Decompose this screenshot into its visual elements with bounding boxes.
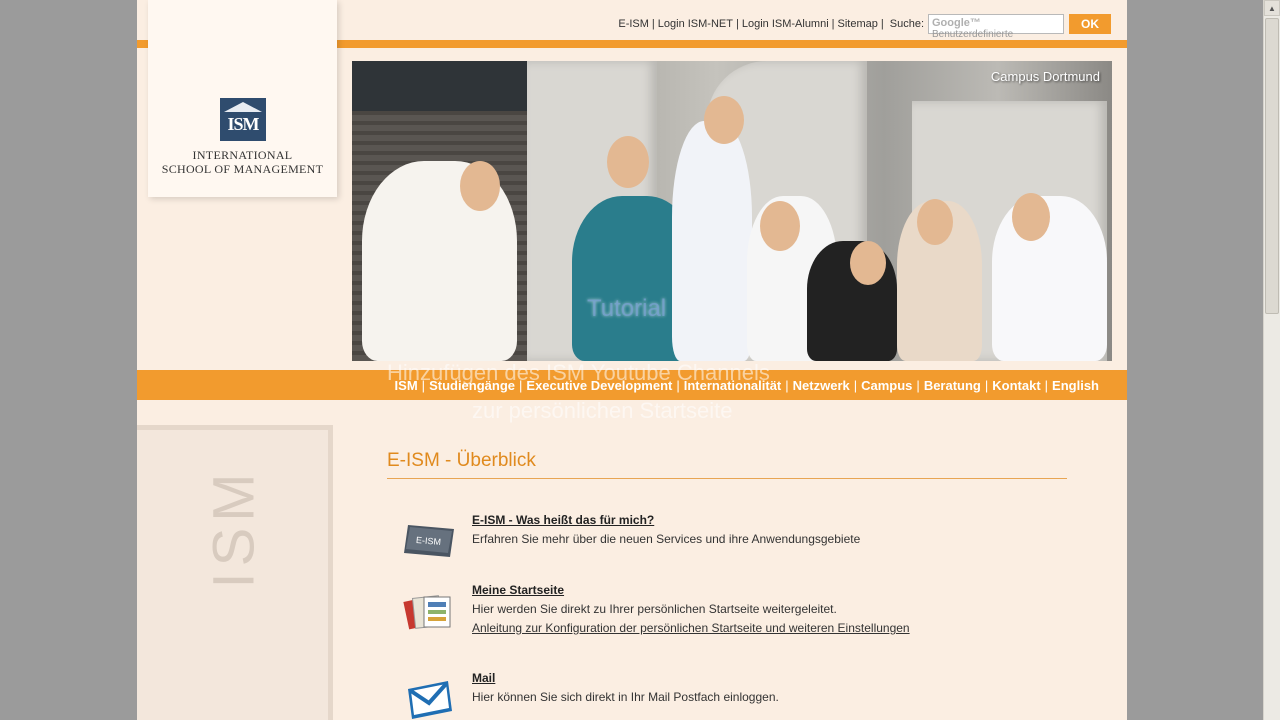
nav-english[interactable]: English: [1052, 378, 1099, 393]
list-item-mail: Mail Hier können Sie sich direkt in Ihr …: [402, 669, 1067, 720]
utility-links: E-ISM | Login ISM-NET | Login ISM-Alumni | Sit…: [618, 18, 884, 30]
nav-campus[interactable]: Campus: [861, 378, 912, 393]
logo-line-1: INTERNATIONAL: [192, 148, 293, 162]
logo-panel[interactable]: ISM INTERNATIONAL SCHOOL OF MANAGEMENT: [148, 0, 337, 197]
mail-icon[interactable]: [402, 677, 457, 720]
item-title-e-ism[interactable]: E-ISM - Was heißt das für mich?: [472, 511, 860, 530]
item-desc-startseite: Hier werden Sie direkt zu Ihrer persönli…: [472, 602, 837, 616]
nav-beratung[interactable]: Beratung: [924, 378, 981, 393]
item-desc-e-ism: Erfahren Sie mehr über die neuen Service…: [472, 532, 861, 546]
hero-head-1: [460, 161, 500, 211]
page-title: E-ISM - Überblick: [387, 450, 1067, 479]
google-logo: Google™: [932, 17, 981, 29]
hero-caption: Campus Dortmund: [990, 69, 1100, 84]
main-content: E-ISM - Überblick E-ISM E-ISM - Was heiß…: [387, 450, 1067, 720]
link-e-ism[interactable]: E-ISM: [618, 18, 649, 30]
link-login-ism-alumni[interactable]: Login ISM-Alumni: [742, 18, 829, 30]
hero-head-4: [760, 201, 800, 251]
hero-window: [352, 61, 527, 111]
start-page-icon[interactable]: [402, 589, 457, 633]
hero-head-5: [850, 241, 886, 285]
sidebar-box: ISM: [137, 425, 333, 720]
search-label: Suche:: [889, 18, 924, 30]
link-login-ism-net[interactable]: Login ISM-NET: [658, 18, 733, 30]
link-sitemap[interactable]: Sitemap: [838, 18, 878, 30]
item-title-mail[interactable]: Mail: [472, 669, 779, 688]
hero-person-3: [672, 121, 752, 361]
vertical-scrollbar[interactable]: ▲: [1263, 0, 1280, 720]
page: E-ISM | Login ISM-NET | Login ISM-Alumni | Sit…: [137, 0, 1127, 720]
logo-roof-icon: [224, 102, 262, 112]
video-overlay-line-1: Hinzufügen des ISM Youtube Channels: [387, 360, 770, 385]
tutorial-overlay: Tutorial: [587, 295, 667, 322]
list-item-startseite: Meine Startseite Hier werden Sie direkt …: [402, 581, 1067, 651]
scrollbar-thumb[interactable]: [1265, 18, 1279, 314]
sidebar-watermark: ISM: [201, 467, 267, 589]
video-overlay-line-2: zur persönlichen Startseite: [472, 398, 733, 423]
search-ok-button[interactable]: OK: [1069, 14, 1111, 34]
hero-head-3: [704, 96, 744, 144]
nav-netzwerk[interactable]: Netzwerk: [793, 378, 850, 393]
nav-kontakt[interactable]: Kontakt: [992, 378, 1040, 393]
logo-line-2: SCHOOL OF MANAGEMENT: [161, 162, 324, 176]
hero-head-6: [917, 199, 953, 245]
hero-head-7: [1012, 193, 1050, 241]
list-item-e-ism: E-ISM E-ISM - Was heißt das für mich? Er…: [402, 511, 1067, 581]
scroll-up-arrow-icon[interactable]: ▲: [1264, 0, 1280, 16]
top-utility-bar: E-ISM | Login ISM-NET | Login ISM-Alumni | Sit…: [618, 13, 1111, 40]
startseite-guide-link[interactable]: Anleitung zur Konfiguration der persönli…: [472, 619, 910, 638]
ism-logo-icon: ISM: [220, 98, 266, 141]
search-placeholder: Benutzerdefinierte: [932, 29, 1014, 40]
item-desc-mail: Hier können Sie sich direkt in Ihr Mail …: [472, 690, 779, 704]
hero-head-2: [607, 136, 649, 188]
logo-abbr: ISM: [227, 114, 259, 134]
search-input[interactable]: Google™ Benutzerdefinierte: [928, 14, 1064, 40]
item-title-startseite[interactable]: Meine Startseite: [472, 581, 910, 600]
hero-image: Campus Dortmund Tutorial: [352, 61, 1112, 361]
eism-card-icon[interactable]: E-ISM: [402, 519, 457, 563]
